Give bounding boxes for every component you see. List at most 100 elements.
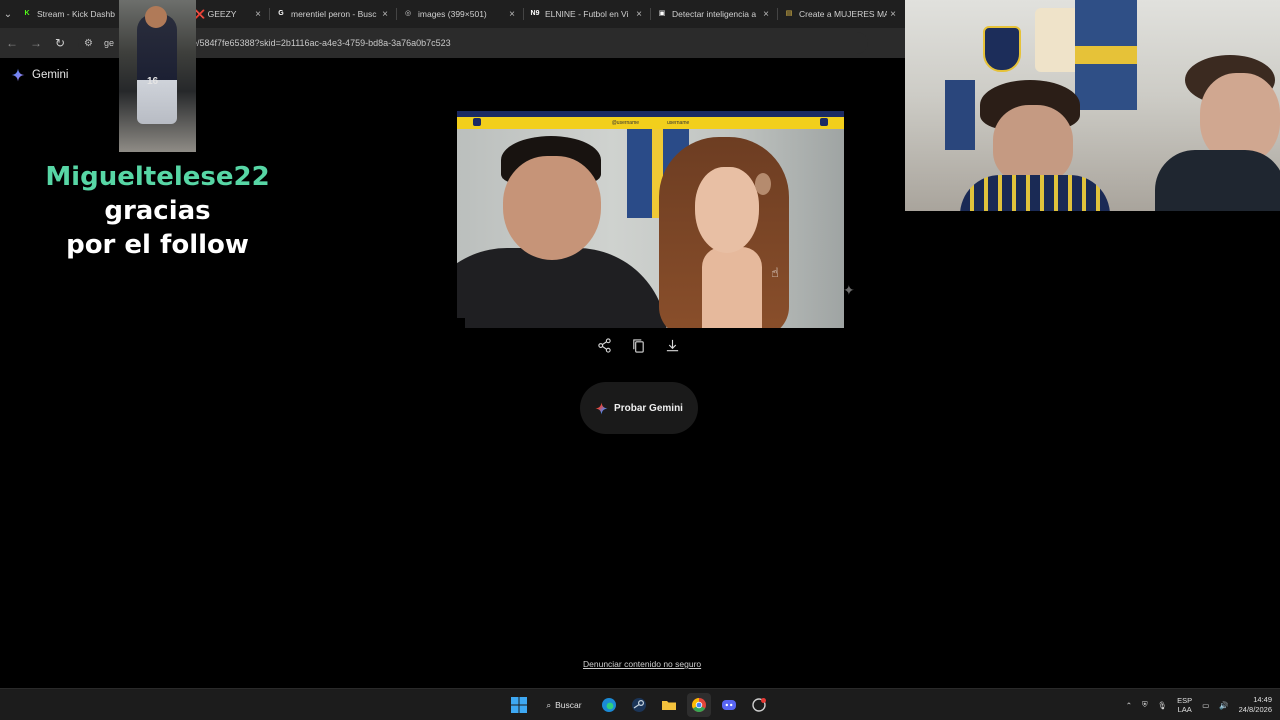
- search-icon: ⌕: [546, 699, 552, 710]
- follower-username: Migueltelese22: [45, 162, 270, 192]
- kick-icon: K: [24, 10, 30, 17]
- gemini-spark-icon: [11, 68, 25, 82]
- taskbar: ⌕ Buscar ⌃ ⛨ 🎙 ESP LAA ▭ 🔊 14:49 24/8/20…: [0, 688, 1280, 720]
- banner-instagram-handle: username: [667, 120, 690, 126]
- share-icon: [597, 337, 611, 353]
- tab-title: Detectar inteligencia a: [672, 9, 757, 19]
- person-figure: [137, 14, 177, 124]
- gemini-logo[interactable]: Gemini: [11, 68, 68, 82]
- copy-icon: [632, 338, 644, 353]
- chrome-icon: [692, 698, 706, 712]
- tab-search-button[interactable]: ⌄: [2, 4, 14, 24]
- hanging-jersey-blue: [945, 80, 975, 150]
- explorer-taskbar-icon[interactable]: [657, 693, 681, 717]
- start-button[interactable]: [507, 693, 531, 717]
- copy-button[interactable]: [630, 337, 646, 353]
- image-man: [457, 136, 677, 328]
- chrome-taskbar-icon[interactable]: [687, 693, 711, 717]
- notification-app-icon: [752, 698, 766, 712]
- image-mouse: [755, 173, 771, 195]
- banner-tiktok-handle: @username: [611, 120, 640, 126]
- alert-message-line2: por el follow: [66, 230, 249, 260]
- elnine-icon: N9: [530, 10, 540, 17]
- clock[interactable]: 14:49 24/8/2026: [1239, 695, 1272, 715]
- webcam-overlay-large: [905, 0, 1280, 211]
- clock-time: 14:49: [1253, 695, 1272, 704]
- tab-title: Create a MUJERES MA: [799, 9, 887, 19]
- streamer-right: [1145, 55, 1280, 211]
- close-tab-icon[interactable]: ×: [887, 9, 899, 20]
- app-taskbar-icon[interactable]: [747, 693, 771, 717]
- image-shadow: [395, 318, 465, 330]
- url-text: are/584f7fe65388?skid=2b1116ac-a4e3-4759…: [184, 38, 451, 48]
- network-icon[interactable]: ▭: [1202, 701, 1209, 710]
- forward-button[interactable]: →: [24, 31, 48, 55]
- share-button[interactable]: [596, 337, 612, 353]
- address-bar[interactable]: ⚙ ge are/584f7fe65388?skid=2b1116ac-a4e3…: [78, 32, 868, 54]
- folder-icon: [662, 701, 676, 710]
- browser-tab[interactable]: ◎ images (399×501) ×: [397, 1, 524, 27]
- globe-icon: ◎: [404, 10, 412, 17]
- image-actions: [596, 337, 680, 353]
- language-indicator[interactable]: ESP LAA: [1177, 696, 1192, 714]
- download-button[interactable]: [664, 337, 680, 353]
- vpn-icon[interactable]: ⛨: [1142, 700, 1148, 710]
- back-button[interactable]: ←: [0, 31, 24, 55]
- tab-title: Stream - Kick Dashb: [37, 9, 115, 19]
- edge-taskbar-icon[interactable]: [597, 693, 621, 717]
- browser-tab[interactable]: ▣ Detectar inteligencia a ×: [651, 1, 778, 27]
- steam-taskbar-icon[interactable]: [627, 693, 651, 717]
- gemini-brand-label: Gemini: [32, 69, 69, 81]
- browser-tab[interactable]: ▤ Create a MUJERES MA ×: [778, 1, 905, 27]
- taskbar-search-label: Buscar: [555, 700, 582, 710]
- page-icon: ▤: [785, 10, 793, 17]
- lang-code: ESP: [1177, 696, 1193, 705]
- report-unsafe-link[interactable]: Denunciar contenido no seguro: [583, 659, 701, 669]
- app-icon: ▣: [658, 10, 666, 17]
- url-prefix: ge: [104, 38, 115, 48]
- clock-date: 24/8/2026: [1238, 705, 1272, 714]
- jersey-number: 16: [147, 76, 159, 87]
- taskbar-search[interactable]: ⌕ Buscar: [537, 694, 591, 716]
- streamer-left: [960, 80, 1110, 211]
- close-tab-icon[interactable]: ×: [379, 9, 391, 20]
- google-icon: G: [278, 10, 284, 17]
- edge-icon: [602, 698, 616, 712]
- microphone-icon[interactable]: 🎙: [1158, 701, 1168, 710]
- hand-cursor-icon: ☝: [771, 265, 779, 280]
- close-tab-icon[interactable]: ×: [506, 9, 518, 20]
- close-tab-icon[interactable]: ×: [633, 9, 645, 20]
- lang-layout: LAA: [1177, 705, 1192, 714]
- tab-title: merentiel peron - Busc: [291, 9, 377, 19]
- steam-icon: [632, 698, 646, 712]
- chevron-up-icon[interactable]: ⌃: [1126, 701, 1132, 710]
- download-icon: [666, 339, 678, 351]
- tab-title: images (399×501): [418, 9, 487, 19]
- discord-taskbar-icon[interactable]: [717, 693, 741, 717]
- tab-title: ELNINE - Futbol en Vi: [545, 9, 629, 19]
- follow-alert: Migueltelese22 gracias por el follow: [0, 160, 315, 262]
- sparkle-icon: ✦: [843, 282, 855, 298]
- alert-message-line1: gracias: [104, 196, 211, 226]
- banner-crest-left: [473, 118, 481, 126]
- try-gemini-label: Probar Gemini: [614, 402, 683, 414]
- browser-tab[interactable]: N9 ELNINE - Futbol en Vi ×: [524, 1, 651, 27]
- taskbar-apps: ⌕ Buscar: [507, 693, 771, 717]
- windows-icon: [511, 697, 527, 713]
- person-head: [145, 6, 167, 28]
- system-tray: ⌃ ⛨ 🎙 ESP LAA ▭ 🔊 14:49 24/8/2026: [1126, 689, 1272, 720]
- browser-tab[interactable]: Gmerentiel peron - Busc ×: [270, 1, 397, 27]
- close-tab-icon[interactable]: ×: [252, 9, 264, 20]
- reload-button[interactable]: ↻: [48, 31, 72, 55]
- close-tab-icon[interactable]: ×: [760, 9, 772, 20]
- discord-icon: [722, 700, 736, 710]
- image-banner: @username username: [457, 111, 844, 129]
- boca-crest-poster: [983, 26, 1021, 72]
- webcam-overlay-small: 16: [119, 0, 196, 152]
- volume-icon[interactable]: 🔊: [1219, 701, 1228, 710]
- generated-image[interactable]: @username username: [457, 111, 844, 328]
- site-info-icon[interactable]: ⚙: [84, 38, 98, 49]
- gemini-spark-icon: [595, 402, 608, 414]
- image-woman: [647, 137, 844, 328]
- try-gemini-button[interactable]: Probar Gemini: [580, 382, 698, 434]
